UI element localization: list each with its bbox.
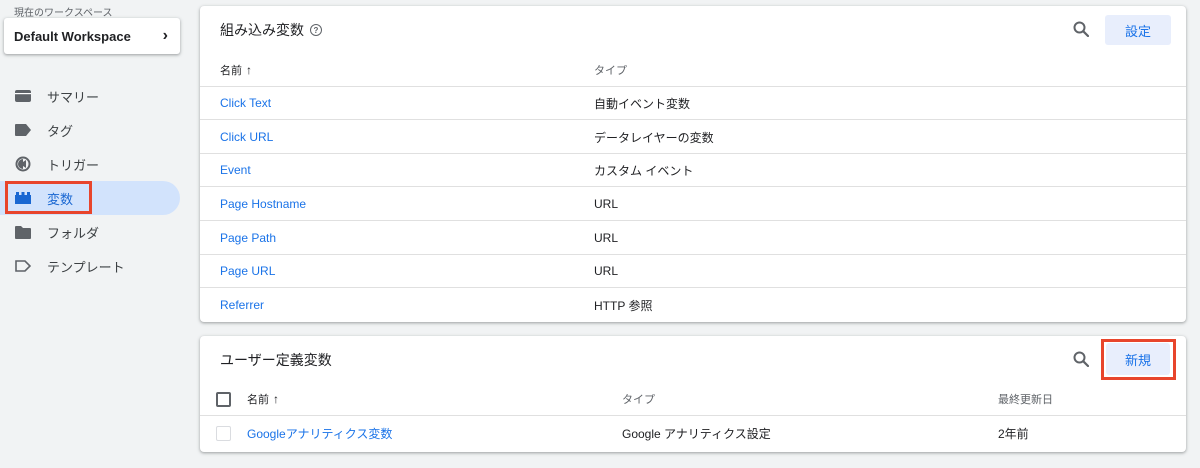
workspace-caption: 現在のワークスペース (14, 8, 113, 19)
highlight-box-variables (5, 181, 92, 214)
variable-type: URL (594, 264, 619, 278)
variable-name-link[interactable]: Event (220, 153, 251, 187)
user-defined-variables-card: ユーザー定義変数 新規 名前 ↑ タイプ 最終更新日 Googleアナリティクス… (200, 336, 1186, 452)
table-row[interactable]: Page Path URL (200, 221, 1186, 255)
column-header-name[interactable]: 名前 ↑ (247, 382, 279, 416)
table-row[interactable]: Googleアナリティクス変数 Google アナリティクス設定 2年前 (200, 416, 1186, 450)
variable-name-link[interactable]: Page Hostname (220, 187, 306, 221)
variable-type: データレイヤーの変数 (594, 130, 714, 145)
trigger-icon (15, 156, 31, 172)
column-header-label: 名前 (247, 394, 269, 406)
variable-type: HTTP 参照 (594, 298, 653, 313)
card-title-text: 組み込み変数 (220, 22, 304, 38)
chevron-right-icon: › (162, 27, 168, 44)
table-row[interactable]: Click Text 自動イベント変数 (200, 86, 1186, 120)
arrow-up-icon: ↑ (246, 63, 252, 77)
table-row[interactable]: Click URL データレイヤーの変数 (200, 120, 1186, 154)
sidebar-item-triggers[interactable]: トリガー (0, 147, 180, 181)
configure-button[interactable]: 設定 (1105, 15, 1171, 45)
workspace-selector[interactable]: Default Workspace › (4, 18, 180, 54)
builtin-variables-card: 組み込み変数 ? 設定 名前 ↑ タイプ Click Text 自動イベント変数… (200, 6, 1186, 322)
sidebar-item-folders[interactable]: フォルダ (0, 215, 180, 249)
variable-name-link[interactable]: Page Path (220, 221, 276, 255)
sidebar-item-label: サマリー (47, 89, 100, 105)
user-defined-variables-title: ユーザー定義変数 (220, 352, 332, 368)
select-all-checkbox[interactable] (216, 392, 231, 407)
sidebar-item-summary[interactable]: サマリー (0, 79, 180, 113)
arrow-up-icon: ↑ (273, 392, 279, 406)
workspace-name: Default Workspace (14, 28, 131, 44)
tag-icon (15, 122, 31, 138)
highlight-box-new-button (1101, 339, 1176, 380)
table-row[interactable]: Page Hostname URL (200, 187, 1186, 221)
sidebar-item-templates[interactable]: テンプレート (0, 249, 180, 283)
column-header-type[interactable]: タイプ (622, 382, 655, 416)
search-icon[interactable] (1070, 18, 1092, 40)
column-header-type[interactable]: タイプ (594, 53, 627, 87)
sidebar-item-label: トリガー (47, 157, 100, 173)
variable-type: URL (594, 197, 619, 211)
template-icon (15, 258, 31, 274)
column-header-last-updated[interactable]: 最終更新日 (998, 382, 1053, 416)
row-checkbox[interactable] (216, 426, 231, 441)
table-row[interactable]: Event カスタム イベント (200, 153, 1186, 187)
sidebar-item-tags[interactable]: タグ (0, 113, 180, 147)
column-header-name[interactable]: 名前 ↑ (220, 53, 252, 87)
column-header-label: 名前 (220, 65, 242, 77)
variable-name-link[interactable]: Click URL (220, 120, 273, 154)
variable-type: カスタム イベント (594, 163, 694, 178)
sidebar: 現在のワークスペース Default Workspace › サマリー タグ ト… (0, 0, 190, 468)
builtin-variables-title: 組み込み変数 ? (220, 20, 322, 40)
folder-icon (15, 224, 31, 240)
variable-name-link[interactable]: Googleアナリティクス変数 (247, 416, 392, 450)
sidebar-item-label: フォルダ (47, 225, 100, 241)
variable-type: URL (594, 231, 619, 245)
search-icon[interactable] (1070, 348, 1092, 370)
table-row[interactable]: Page URL URL (200, 254, 1186, 288)
variable-name-link[interactable]: Page URL (220, 254, 275, 288)
variable-name-link[interactable]: Referrer (220, 288, 264, 322)
variable-last-updated: 2年前 (998, 426, 1029, 441)
sidebar-item-label: タグ (47, 123, 74, 139)
table-row[interactable]: Referrer HTTP 参照 (200, 288, 1186, 322)
help-icon[interactable]: ? (310, 24, 322, 36)
sidebar-item-label: テンプレート (47, 259, 125, 275)
table-header: 名前 ↑ タイプ (200, 53, 1186, 87)
variable-name-link[interactable]: Click Text (220, 86, 271, 120)
summary-icon (15, 88, 31, 104)
variable-type: 自動イベント変数 (594, 96, 691, 111)
table-header: 名前 ↑ タイプ 最終更新日 (200, 382, 1186, 416)
variable-type: Google アナリティクス設定 (622, 426, 771, 441)
